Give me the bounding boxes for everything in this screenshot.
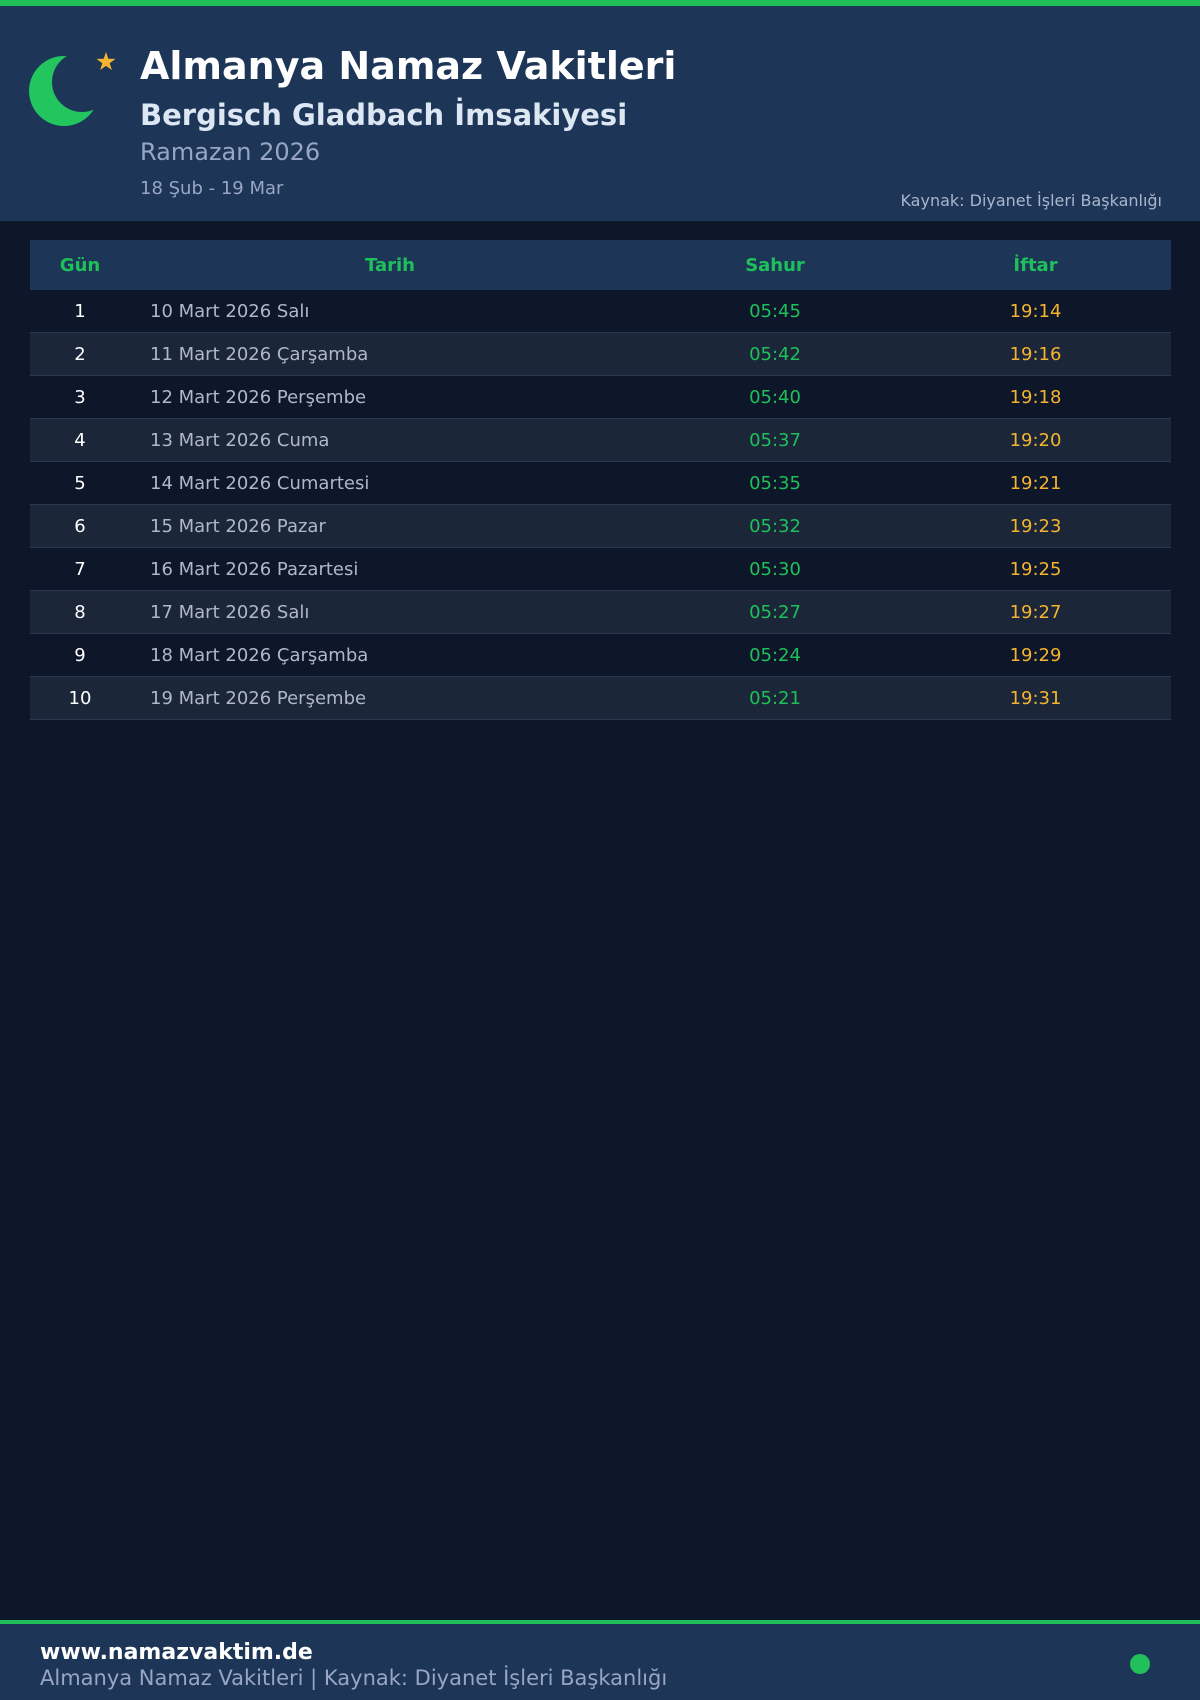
cell-iftar: 19:29 <box>1009 644 1062 666</box>
cell-sahur: 05:37 <box>749 429 801 451</box>
cell-iftar: 19:21 <box>1009 472 1062 494</box>
table-row: 1 10 Mart 2026 Salı 05:45 19:14 <box>30 290 1171 333</box>
cell-date: 16 Mart 2026 Pazartesi <box>150 558 359 580</box>
cell-date: 10 Mart 2026 Salı <box>150 300 310 322</box>
cell-day: 1 <box>74 300 86 322</box>
cell-day: 7 <box>74 558 86 580</box>
cell-iftar: 19:23 <box>1009 515 1062 537</box>
cell-iftar: 19:14 <box>1009 300 1062 322</box>
status-dot-icon <box>1130 1654 1150 1674</box>
footer-text: Almanya Namaz Vakitleri | Kaynak: Diyane… <box>40 1666 668 1690</box>
cell-sahur: 05:32 <box>749 515 801 537</box>
table-row: 9 18 Mart 2026 Çarşamba 05:24 19:29 <box>30 634 1171 677</box>
cell-date: 15 Mart 2026 Pazar <box>150 515 326 537</box>
cell-date: 18 Mart 2026 Çarşamba <box>150 644 369 666</box>
cell-sahur: 05:24 <box>749 644 801 666</box>
cell-day: 3 <box>74 386 86 408</box>
header-date: Tarih <box>365 254 415 276</box>
footer: www.namazvaktim.de Almanya Namaz Vakitle… <box>0 1624 1200 1700</box>
cell-day: 4 <box>74 429 86 451</box>
cell-date: 14 Mart 2026 Cumartesi <box>150 472 370 494</box>
table-row: 8 17 Mart 2026 Salı 05:27 19:27 <box>30 591 1171 634</box>
source-label: Kaynak: Diyanet İşleri Başkanlığı <box>900 191 1162 210</box>
cell-sahur: 05:40 <box>749 386 801 408</box>
table-row: 10 19 Mart 2026 Perşembe 05:21 19:31 <box>30 677 1171 720</box>
cell-day: 5 <box>74 472 86 494</box>
cell-day: 8 <box>74 601 86 623</box>
cell-day: 2 <box>74 343 86 365</box>
cell-sahur: 05:21 <box>749 687 801 709</box>
cell-sahur: 05:30 <box>749 558 801 580</box>
cell-sahur: 05:45 <box>749 300 801 322</box>
table-row: 7 16 Mart 2026 Pazartesi 05:30 19:25 <box>30 548 1171 591</box>
header-sahur: Sahur <box>745 254 805 276</box>
cell-iftar: 19:16 <box>1009 343 1062 365</box>
header-iftar: İftar <box>1013 254 1058 276</box>
cell-date: 13 Mart 2026 Cuma <box>150 429 330 451</box>
table-row: 3 12 Mart 2026 Perşembe 05:40 19:18 <box>30 376 1171 419</box>
cell-iftar: 19:31 <box>1009 687 1062 709</box>
ramadan-label: Ramazan 2026 <box>140 138 321 166</box>
cell-iftar: 19:25 <box>1009 558 1062 580</box>
cell-day: 9 <box>74 644 86 666</box>
page-title: Almanya Namaz Vakitleri <box>140 44 677 88</box>
prayer-times-table: Gün Tarih Sahur İftar 1 10 Mart 2026 Sal… <box>30 240 1171 720</box>
header-day: Gün <box>59 254 101 276</box>
table-header: Gün Tarih Sahur İftar <box>30 240 1171 290</box>
date-range: 18 Şub - 19 Mar <box>140 178 284 199</box>
cell-day: 6 <box>74 515 86 537</box>
page-subtitle: Bergisch Gladbach İmsakiyesi <box>140 98 628 132</box>
cell-iftar: 19:27 <box>1009 601 1062 623</box>
cell-iftar: 19:20 <box>1009 429 1062 451</box>
table-row: 6 15 Mart 2026 Pazar 05:32 19:23 <box>30 505 1171 548</box>
table-row: 2 11 Mart 2026 Çarşamba 05:42 19:16 <box>30 333 1171 376</box>
cell-date: 12 Mart 2026 Perşembe <box>150 386 367 408</box>
cell-sahur: 05:35 <box>749 472 801 494</box>
crescent-icon <box>29 52 116 126</box>
cell-sahur: 05:27 <box>749 601 801 623</box>
header: Almanya Namaz Vakitleri Bergisch Gladbac… <box>0 6 1200 221</box>
cell-day: 10 <box>68 687 92 709</box>
cell-date: 11 Mart 2026 Çarşamba <box>150 343 369 365</box>
cell-iftar: 19:18 <box>1009 386 1062 408</box>
cell-date: 19 Mart 2026 Perşembe <box>150 687 367 709</box>
site-link[interactable]: www.namazvaktim.de <box>40 1640 313 1665</box>
cell-date: 17 Mart 2026 Salı <box>150 601 310 623</box>
table-row: 5 14 Mart 2026 Cumartesi 05:35 19:21 <box>30 462 1171 505</box>
table-row: 4 13 Mart 2026 Cuma 05:37 19:20 <box>30 419 1171 462</box>
cell-sahur: 05:42 <box>749 343 801 365</box>
